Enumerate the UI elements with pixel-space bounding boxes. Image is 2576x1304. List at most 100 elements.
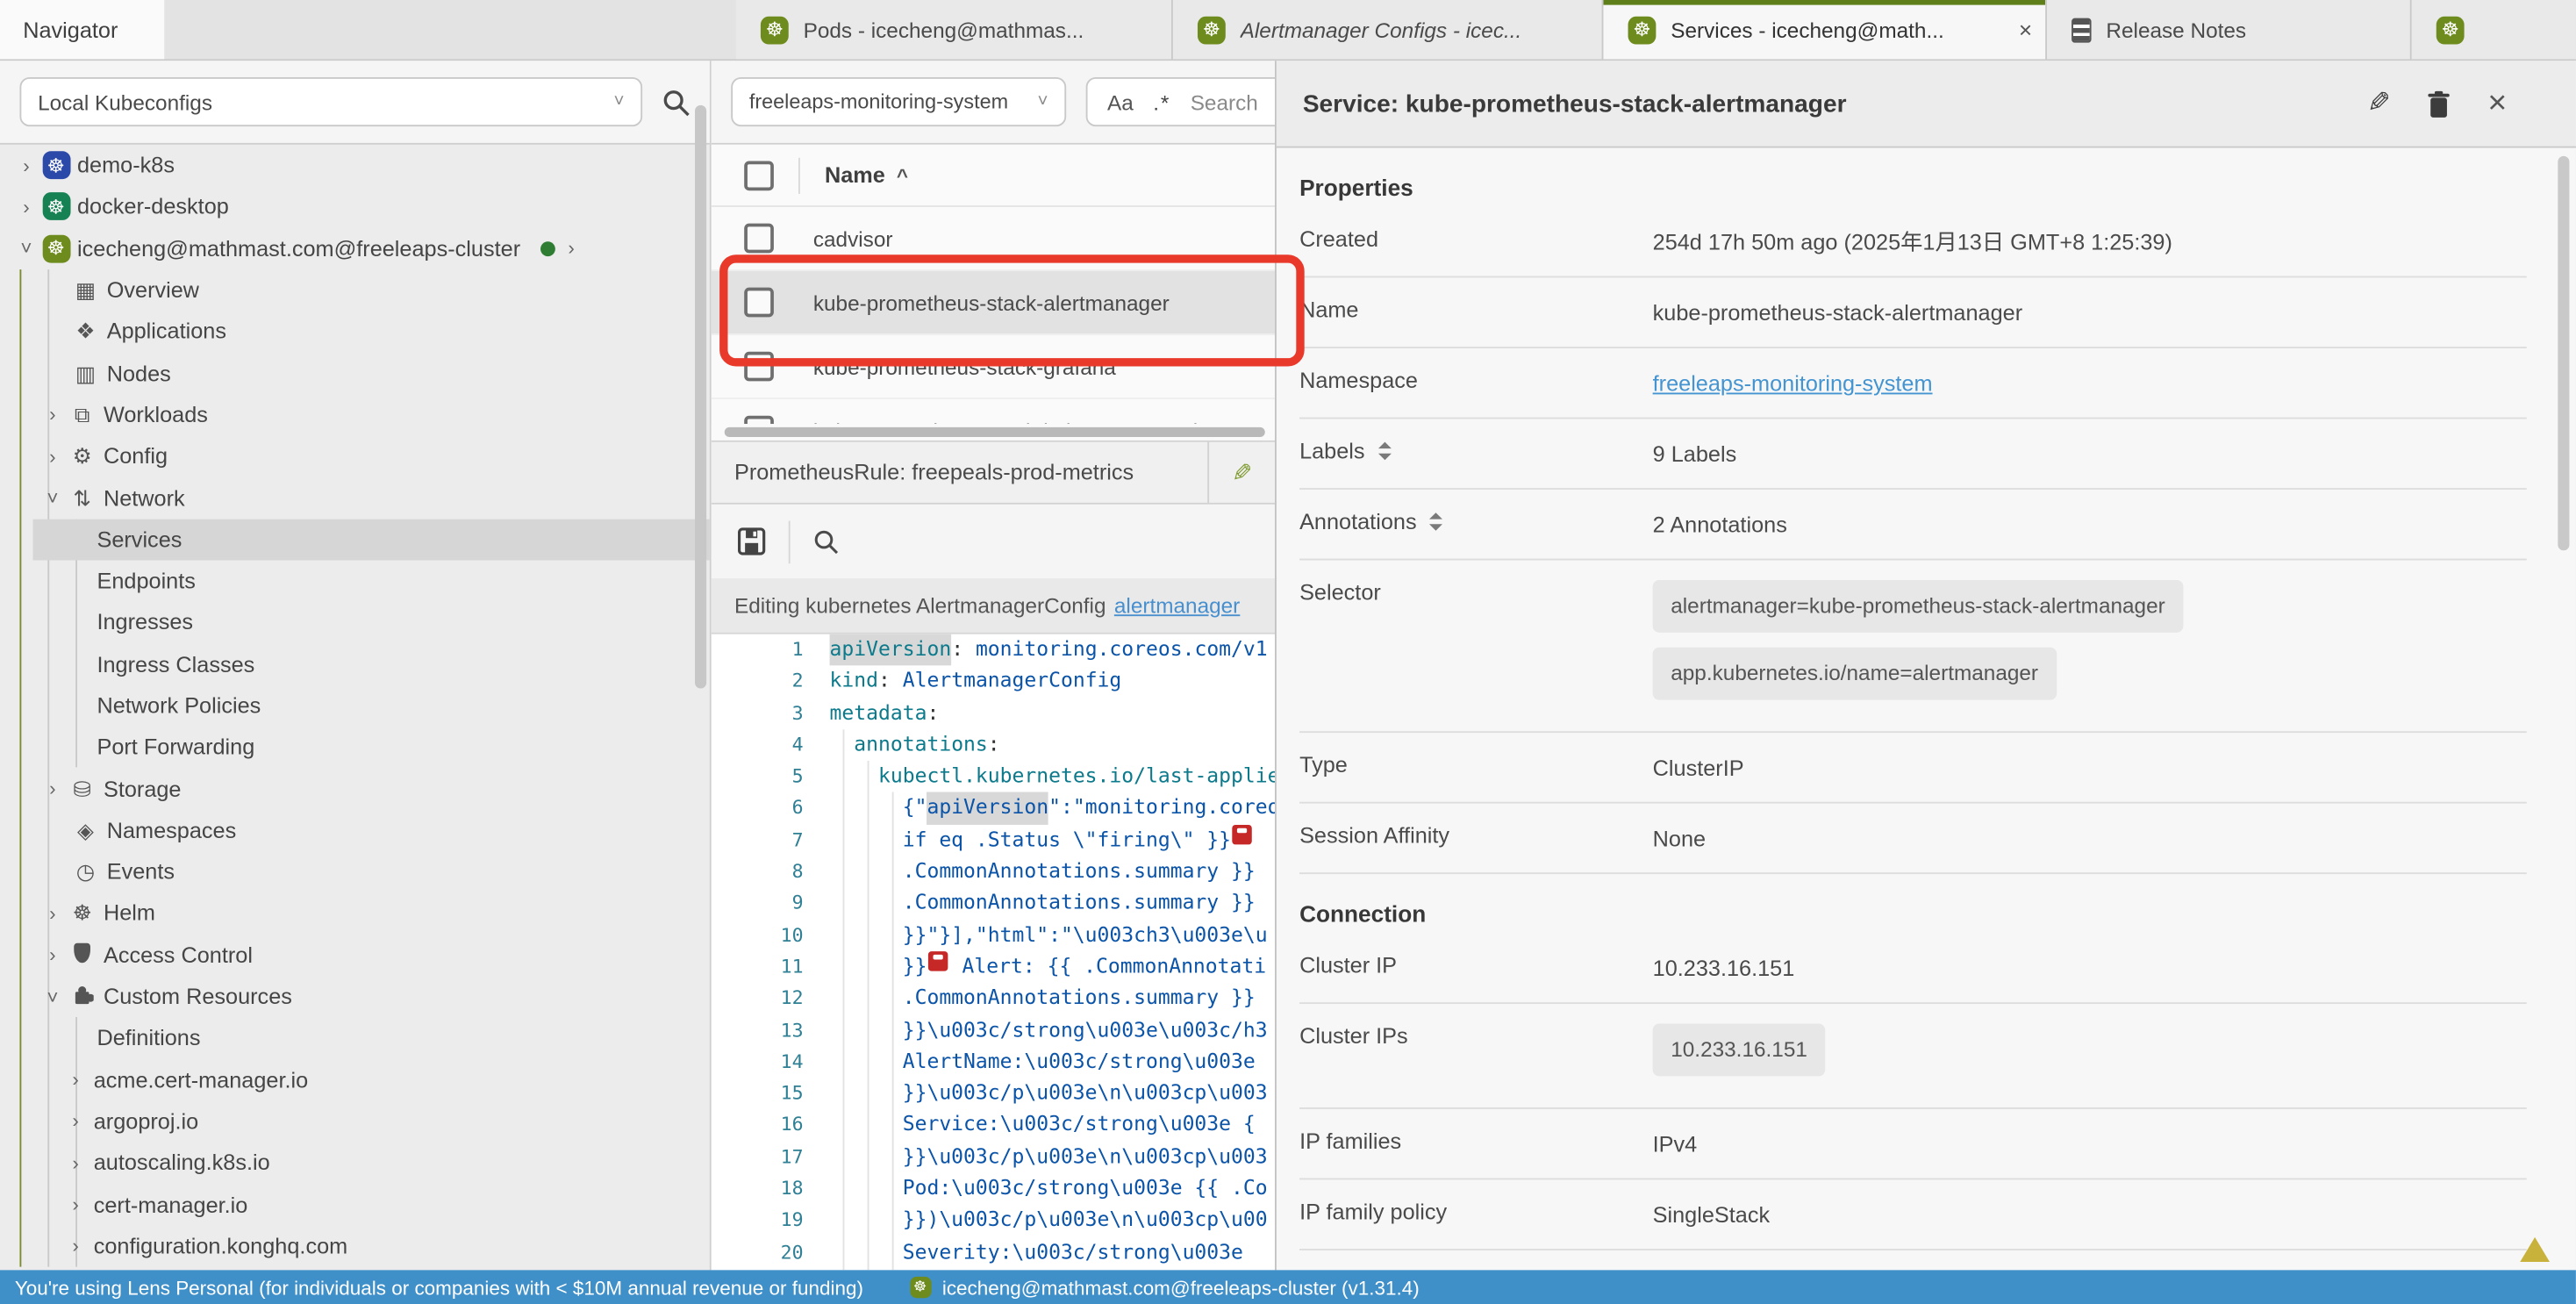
sidebar-item-configuration-konghq-com[interactable]: ›configuration.konghq.com — [0, 1225, 710, 1266]
row-checkbox[interactable] — [744, 416, 774, 424]
detail-row-ip-family-policy: IP family policySingleStack — [1299, 1179, 2527, 1250]
sidebar-item-storage[interactable]: ›⛁Storage — [0, 768, 710, 809]
edit-icon[interactable]: ✎ — [1209, 457, 1275, 487]
row-checkbox[interactable] — [744, 352, 774, 382]
namespace-link[interactable]: freeleaps-monitoring-system — [1653, 371, 1933, 396]
chevron-down-icon[interactable]: ˅ — [39, 486, 66, 509]
row-checkbox[interactable] — [744, 224, 774, 254]
active-cluster-status[interactable]: icecheng@mathmast.com@freeleaps-cluster … — [942, 1276, 1420, 1299]
chevron-down-icon[interactable]: ˅ — [13, 237, 39, 260]
sidebar-item-helm[interactable]: ›☸Helm — [0, 892, 710, 934]
chevron-right-icon[interactable]: › — [62, 1193, 89, 1215]
namespace-select[interactable]: freeleaps-monitoring-system ˅ — [731, 77, 1066, 126]
service-name: kube-prometheus-stack-grafana — [813, 355, 1116, 379]
sidebar-item-config[interactable]: ›⚙Config — [0, 435, 710, 476]
sidebar-item-label: Applications — [107, 319, 226, 344]
table-row-kube-prometheus-stack-grafana[interactable]: kube-prometheus-stack-grafana — [712, 335, 1275, 399]
helm-icon: ☸ — [66, 903, 98, 924]
kubeconfig-select[interactable]: Local Kubeconfigs ˅ — [19, 77, 642, 126]
sidebar-item-ingresses[interactable]: Ingresses — [0, 602, 710, 643]
sidebar-item-demo-k8s[interactable]: ›☸demo-k8s — [0, 145, 710, 186]
chevron-right-icon[interactable]: › — [39, 777, 66, 800]
chevron-down-icon[interactable]: ˅ — [39, 985, 66, 1008]
chevron-right-icon[interactable]: › — [62, 1068, 89, 1091]
chevron-right-icon[interactable]: › — [39, 943, 66, 966]
sidebar-item-network-policies[interactable]: Network Policies — [0, 685, 710, 727]
sidebar-item-argoproj-io[interactable]: ›argoproj.io — [0, 1100, 710, 1142]
code-token: apiVersion — [830, 634, 952, 666]
tab-release-notes[interactable]: Release Notes — [2047, 0, 2412, 59]
tab-services[interactable]: ☸Services - icecheng@math...× — [1603, 0, 2047, 59]
navigator-panel-tab[interactable]: Navigator — [0, 0, 164, 59]
detail-value: 254d 17h 50m ago (2025年1月13日 GMT+8 1:25:… — [1653, 224, 2527, 260]
editor-line-3: 3metadata: — [712, 698, 1275, 729]
name-column-header[interactable]: Name — [825, 162, 885, 187]
chevron-right-icon[interactable]: › — [13, 154, 39, 176]
sidebar-item-endpoints[interactable]: Endpoints — [0, 560, 710, 601]
sidebar-item-autoscaling-k8s-io[interactable]: ›autoscaling.k8s.io — [0, 1143, 710, 1184]
regex-toggle[interactable]: .* — [1153, 90, 1170, 114]
chevron-right-icon[interactable]: › — [13, 196, 39, 219]
table-row-cadvisor[interactable]: cadvisor — [712, 207, 1275, 271]
sidebar-item-namespaces[interactable]: ◈Namespaces — [0, 810, 710, 851]
detail-row-ip-families: IP familiesIPv4 — [1299, 1109, 2527, 1180]
sidebar-item-access-control[interactable]: ›Access Control — [0, 935, 710, 976]
expand-toggle-icon[interactable] — [1430, 512, 1443, 531]
sidebar-item-cert-manager-io[interactable]: ›cert-manager.io — [0, 1184, 710, 1225]
sidebar-scrollbar[interactable] — [695, 105, 706, 689]
sidebar-item-nodes[interactable]: ▥Nodes — [0, 353, 710, 394]
match-case-toggle[interactable]: Aa — [1107, 90, 1134, 114]
editing-resource-link[interactable]: alertmanager — [1114, 593, 1240, 618]
sidebar-item-definitions[interactable]: Definitions — [0, 1017, 710, 1058]
table-row-kube-prometheus-stack-alertmanager[interactable]: kube-prometheus-stack-alertmanager — [712, 271, 1275, 335]
edit-icon[interactable]: ✎ — [2367, 87, 2391, 119]
expand-toggle-icon[interactable] — [1378, 442, 1392, 461]
sidebar-item-events[interactable]: ◷Events — [0, 851, 710, 892]
sidebar-item-docker-desktop[interactable]: ›☸docker-desktop — [0, 186, 710, 227]
namespaces-icon: ◈ — [69, 820, 102, 841]
row-checkbox[interactable] — [744, 288, 774, 318]
find-icon[interactable] — [813, 528, 840, 555]
chevron-right-icon[interactable]: › — [568, 237, 574, 260]
code-token: .CommonAnnotations.summary }} — [903, 888, 1256, 920]
license-notice: You're using Lens Personal (for individu… — [15, 1276, 863, 1299]
chevron-right-icon[interactable]: › — [62, 1235, 89, 1257]
indent — [830, 729, 855, 761]
table-row-kube-prometheus-stack-kube-state-metrics[interactable]: kube-prometheus-stack-kube-state-metrics — [712, 399, 1275, 424]
sidebar-item-port-forwarding[interactable]: Port Forwarding — [0, 727, 710, 768]
tabbar-spacer — [164, 0, 736, 59]
detail-row-annotations: Annotations2 Annotations — [1299, 490, 2527, 561]
sidebar-item-custom-resources[interactable]: ˅Custom Resources — [0, 976, 710, 1017]
editor-dock-title[interactable]: PrometheusRule: freepeals-prod-metrics — [734, 460, 1134, 484]
tab-overflow[interactable]: ☸ — [2412, 0, 2576, 59]
chevron-right-icon[interactable]: › — [39, 902, 66, 925]
line-number: 9 — [712, 888, 830, 920]
sidebar-item-ingress-classes[interactable]: Ingress Classes — [0, 643, 710, 684]
sidebar-item-overview[interactable]: ▦Overview — [0, 269, 710, 311]
tab-pods[interactable]: ☸Pods - icecheng@mathmas... — [736, 0, 1173, 59]
sidebar-item-acme-cert-manager-io[interactable]: ›acme.cert-manager.io — [0, 1059, 710, 1100]
sidebar-item-workloads[interactable]: ›⧉Workloads — [0, 394, 710, 435]
horizontal-scrollbar-thumb[interactable] — [725, 427, 1265, 437]
search-input[interactable]: Aa .* Search — [1086, 77, 1275, 126]
drawer-scrollbar[interactable] — [2558, 156, 2569, 550]
kubernetes-icon: ☸ — [39, 193, 72, 221]
value-badge: app.kubernetes.io/name=alertmanager — [1653, 648, 2057, 700]
close-icon[interactable]: × — [2487, 84, 2507, 122]
tab-alertmanager-configs[interactable]: ☸Alertmanager Configs - icec... — [1173, 0, 1604, 59]
sidebar-item-network[interactable]: ˅⇅Network — [0, 477, 710, 519]
sort-asc-icon[interactable]: ^ — [897, 163, 908, 186]
sidebar-item-services[interactable]: Services — [0, 519, 710, 560]
chevron-right-icon[interactable]: › — [39, 445, 66, 468]
chevron-right-icon[interactable]: › — [62, 1151, 89, 1174]
select-all-checkbox[interactable] — [744, 161, 774, 190]
chevron-right-icon[interactable]: › — [39, 404, 66, 426]
sidebar-item-applications[interactable]: ❖Applications — [0, 311, 710, 352]
close-icon[interactable]: × — [2006, 17, 2032, 43]
yaml-editor[interactable]: 1apiVersion: monitoring.coreos.com/v12ki… — [712, 634, 1275, 1271]
search-icon[interactable] — [662, 88, 691, 116]
save-icon[interactable] — [738, 527, 766, 555]
sidebar-item-icecheng-mathmast-com-freeleaps-cluster[interactable]: ˅☸icecheng@mathmast.com@freeleaps-cluste… — [0, 228, 710, 269]
chevron-right-icon[interactable]: › — [62, 1110, 89, 1133]
delete-icon[interactable] — [2427, 90, 2451, 118]
